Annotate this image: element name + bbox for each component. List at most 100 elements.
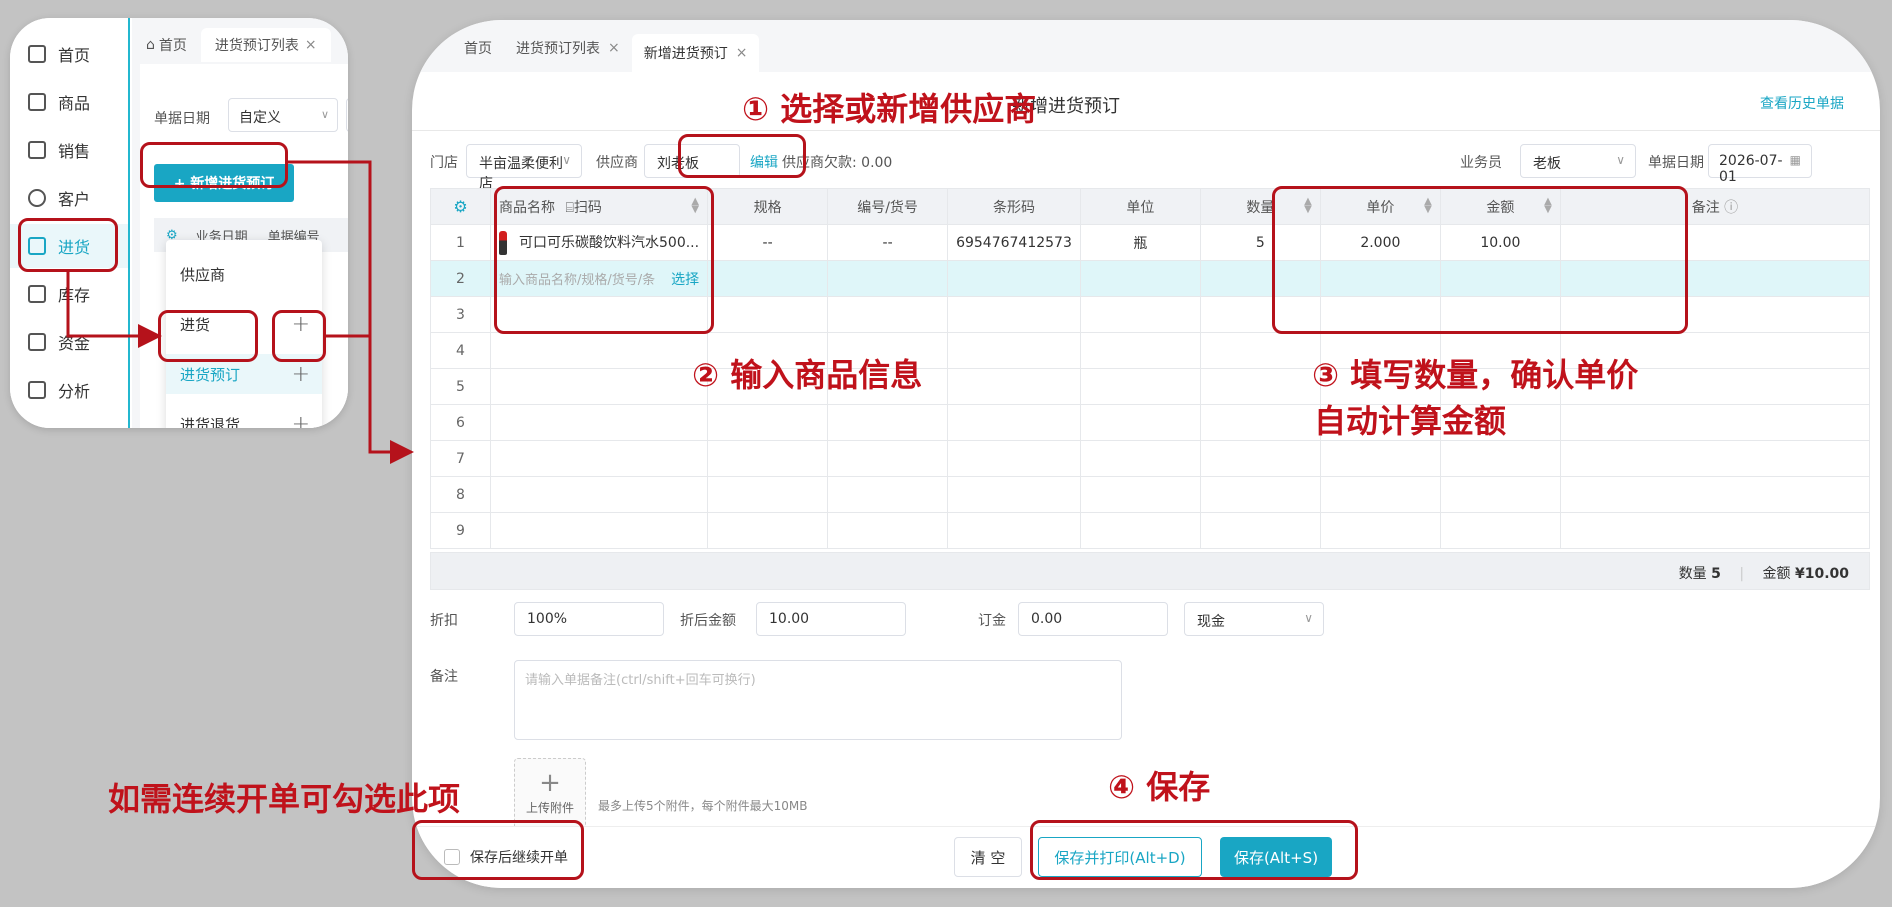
col-code: 编号/货号: [827, 188, 949, 225]
tab-purchase-order-list[interactable]: 进货预订列表 ×: [504, 30, 632, 66]
discount-input[interactable]: 100%: [514, 602, 664, 636]
col-remark: 备注 ⓘ: [1559, 188, 1871, 225]
nav-sales[interactable]: 销售: [10, 128, 128, 172]
menu-inset-panel: 首页 商品 销售 客户 进货 库存 资金 分析 ⌂ 首页 进货预订列表 × 单据日期…: [10, 18, 348, 428]
table-row[interactable]: 9: [430, 512, 1871, 549]
submenu-purchase[interactable]: 进货 +: [166, 304, 322, 344]
plus-icon[interactable]: +: [292, 412, 310, 429]
date-input[interactable]: 2026-07-01 ▦: [1708, 144, 1812, 185]
analysis-icon: [28, 381, 46, 399]
tab-new-purchase-order[interactable]: 新增进货预订 ×: [631, 34, 760, 72]
price-cell[interactable]: [1319, 260, 1441, 297]
nav-label: 客户: [58, 190, 91, 209]
inset-tab-home[interactable]: ⌂ 首页: [132, 28, 201, 62]
table-row[interactable]: 6: [430, 404, 1871, 441]
table-row[interactable]: 7: [430, 440, 1871, 477]
deposit-input[interactable]: 0.00: [1018, 602, 1168, 636]
date-range-select[interactable]: 自定义 ∨: [228, 98, 338, 132]
remark-cell[interactable]: [1559, 260, 1871, 297]
table-row[interactable]: 4: [430, 332, 1871, 369]
save-button[interactable]: 保存(Alt+S): [1220, 837, 1332, 877]
header-label: 商品名称: [499, 199, 555, 216]
nav-purchase[interactable]: 进货: [10, 224, 128, 268]
store-select[interactable]: 半亩温柔便利店 ∨: [466, 144, 582, 192]
col-product-name[interactable]: 商品名称 ⌸扫码 ▲ ▼: [489, 188, 709, 225]
pick-product-link[interactable]: 选择: [671, 269, 699, 289]
edit-supplier-link[interactable]: 编辑: [750, 152, 778, 172]
col-amount[interactable]: 金额 ▲ ▼: [1439, 188, 1561, 225]
plus-icon[interactable]: +: [292, 312, 310, 337]
sort-icon[interactable]: ▲ ▼: [1424, 197, 1432, 215]
date-value: 2026-07-01: [1719, 153, 1783, 185]
tab-home[interactable]: 首页: [452, 30, 504, 66]
plus-icon[interactable]: +: [292, 362, 310, 387]
spec-cell[interactable]: --: [707, 224, 829, 261]
table-row[interactable]: 5: [430, 368, 1871, 405]
row-index: 3: [430, 296, 491, 333]
unit-cell[interactable]: [1079, 260, 1201, 297]
gear-icon[interactable]: ⚙: [453, 197, 467, 216]
after-discount-label: 折后金额: [680, 613, 736, 629]
qty-cell[interactable]: 5: [1199, 224, 1321, 261]
help-icon[interactable]: ⓘ: [1724, 200, 1738, 216]
clear-button[interactable]: 清 空: [954, 837, 1022, 877]
product-cell[interactable]: 可口可乐碳酸饮料汽水500...: [489, 224, 709, 261]
grid-settings[interactable]: ⚙: [430, 188, 491, 225]
date-input[interactable]: 20: [346, 98, 348, 132]
nav-stock[interactable]: 库存: [10, 272, 128, 316]
product-thumbnail: [499, 230, 507, 255]
header-label: 单价: [1366, 199, 1395, 216]
barcode-cell[interactable]: 6954767412573: [947, 224, 1081, 261]
product-input-cell[interactable]: 输入商品名称/规格/货号/条 选择: [489, 260, 709, 297]
amount-cell[interactable]: [1439, 260, 1561, 297]
nav-customer[interactable]: 客户: [10, 176, 128, 220]
after-discount-input[interactable]: 10.00: [756, 602, 906, 636]
inset-tab-list[interactable]: 进货预订列表 ×: [200, 28, 331, 62]
nav-home[interactable]: 首页: [10, 32, 128, 76]
save-print-button[interactable]: 保存并打印(Alt+D): [1038, 837, 1202, 877]
price-cell[interactable]: 2.000: [1319, 224, 1441, 261]
unit-cell[interactable]: 瓶: [1079, 224, 1201, 261]
submenu-supplier[interactable]: 供应商: [166, 254, 322, 294]
col-qty[interactable]: 数量 ▲ ▼: [1199, 188, 1321, 225]
nav-funds[interactable]: 资金: [10, 320, 128, 364]
sort-icon[interactable]: ▲ ▼: [1304, 197, 1312, 215]
nav-goods[interactable]: 商品: [10, 80, 128, 124]
new-purchase-order-button[interactable]: + 新增进货预订: [154, 164, 294, 202]
continue-label[interactable]: 保存后继续开单: [470, 847, 568, 867]
salesman-select[interactable]: 老板 ∨: [1520, 144, 1636, 178]
product-search-input[interactable]: 输入商品名称/规格/货号/条: [499, 273, 655, 288]
remark-textarea[interactable]: 请输入单据备注(ctrl/shift+回车可换行): [514, 660, 1122, 740]
code-cell[interactable]: --: [827, 224, 949, 261]
barcode-cell[interactable]: [947, 260, 1081, 297]
upload-attachment-button[interactable]: + 上传附件: [514, 758, 586, 830]
table-row[interactable]: 8: [430, 476, 1871, 513]
remark-cell[interactable]: [1559, 224, 1871, 261]
scan-icon[interactable]: ⌸: [565, 200, 573, 216]
header-label[interactable]: 扫码: [574, 200, 602, 216]
continue-checkbox[interactable]: [444, 849, 460, 865]
amount-cell[interactable]: 10.00: [1439, 224, 1561, 261]
supplier-select[interactable]: 刘老板: [644, 144, 740, 178]
sort-icon[interactable]: ▲ ▼: [691, 197, 699, 215]
spec-cell[interactable]: [707, 260, 829, 297]
product-grid: ⚙ 商品名称 ⌸扫码 ▲ ▼ 规格 编号/货号 条形码 单位 数量 ▲ ▼ 单价 ▲ ▼ 金…: [430, 188, 1871, 549]
calendar-icon: ▦: [1789, 153, 1801, 167]
close-icon[interactable]: ×: [305, 37, 317, 53]
nav-analysis[interactable]: 分析: [10, 368, 128, 412]
table-row[interactable]: 3: [430, 296, 1871, 333]
close-icon[interactable]: ×: [736, 45, 748, 61]
remark-label: 备注: [430, 669, 458, 685]
payment-method-select[interactable]: 现金 ∨: [1184, 602, 1324, 636]
code-cell[interactable]: [827, 260, 949, 297]
table-row[interactable]: 2 输入商品名称/规格/货号/条 选择: [430, 260, 1871, 297]
submenu-purchase-return[interactable]: 进货退货 +: [166, 404, 322, 429]
col-price[interactable]: 单价 ▲ ▼: [1319, 188, 1441, 225]
goods-icon: [28, 93, 46, 111]
table-row[interactable]: 1 可口可乐碳酸饮料汽水500... -- -- 6954767412573 瓶…: [430, 224, 1871, 261]
close-icon[interactable]: ×: [608, 40, 620, 56]
submenu-purchase-order[interactable]: 进货预订 +: [166, 354, 322, 394]
history-link[interactable]: 查看历史单据: [1760, 93, 1844, 113]
qty-cell[interactable]: [1199, 260, 1321, 297]
sort-icon[interactable]: ▲ ▼: [1544, 197, 1552, 215]
